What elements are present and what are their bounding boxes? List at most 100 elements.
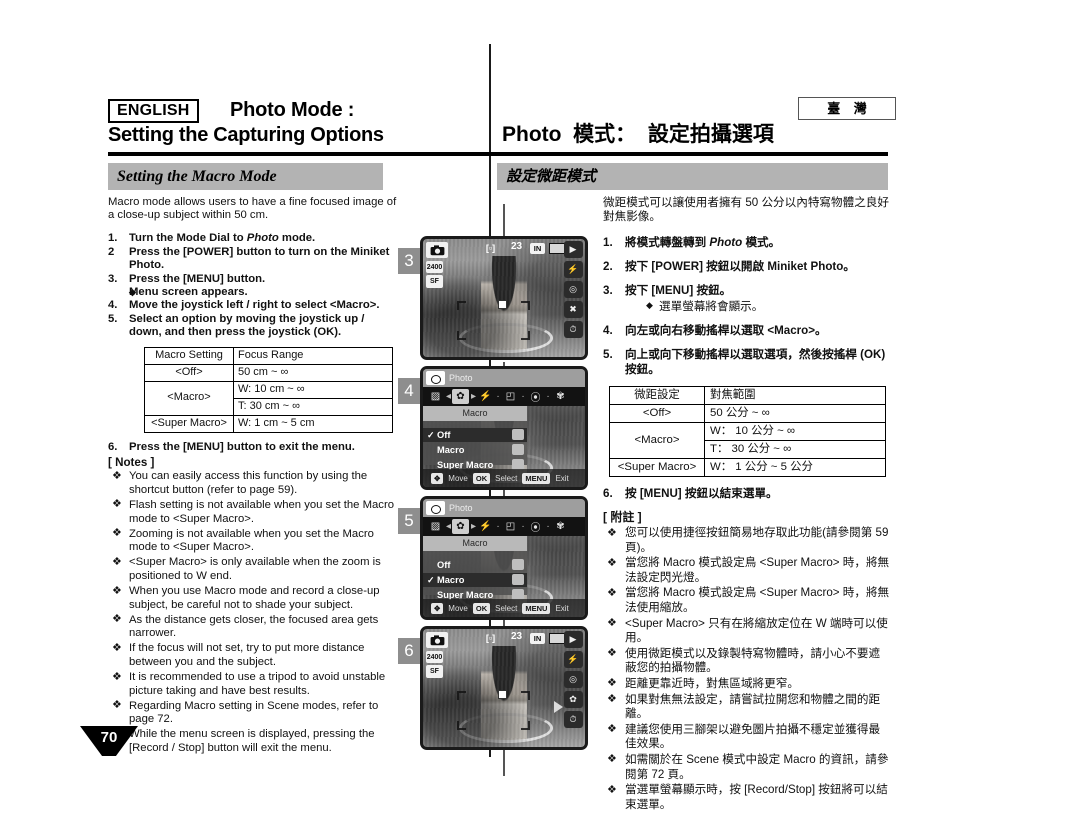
note-text: 使用微距模式以及錄製特寫物體時，請小心不要遮蔽您的拍攝物體。 xyxy=(625,646,881,675)
macro-category-icon[interactable]: ✿ xyxy=(452,519,469,534)
step-item-4: 4. Move the joystick left / right to sele… xyxy=(108,299,400,312)
note-item: ❖ As the distance gets closer, the focuse… xyxy=(108,613,400,641)
step-item-5: 5. Select an option by moving the joystic… xyxy=(108,313,400,340)
note-text: Regarding Macro setting in Scene modes, … xyxy=(129,699,379,726)
menu-option-label: Off xyxy=(437,560,451,570)
joystick-icon: ✥ xyxy=(431,602,444,614)
playback-icon[interactable]: ▶ xyxy=(563,631,583,648)
note-text: 當選單螢幕顯示時，按 [Record/Stop] 按鈕將可以結束選單。 xyxy=(625,783,888,811)
camera-icon xyxy=(426,501,445,515)
note-item-zh: ❖ 如需關於在 Scene 模式中設定 Macro 的資訊，請參閱第 72 頁。 xyxy=(603,753,891,782)
exposure-category-icon[interactable]: ◰ xyxy=(502,519,519,534)
exposure-icon[interactable]: ◎ xyxy=(563,281,583,298)
table-row: <Super Macro> W: 1 cm ~ 5 cm xyxy=(144,414,393,433)
focus-category-icon[interactable]: ⦿ xyxy=(527,519,544,534)
menu-option-off[interactable]: ✓ Off xyxy=(423,428,527,442)
note-item: ❖ Regarding Macro setting in Scene modes,… xyxy=(108,699,400,727)
af-focus-box xyxy=(497,300,507,310)
menu-option-macro[interactable]: ✓ Macro xyxy=(423,573,527,587)
timer-icon[interactable]: ⏱ xyxy=(563,711,583,728)
menu-category-bar: ▨ ◂ ✿ ▸ ⚡ · ◰ · ⦿ · ✾ xyxy=(423,517,585,536)
af-corner-bl xyxy=(457,721,466,730)
chinese-column: 微距模式可以讓使用者擁有 50 公分以內特寫物體之良好對焦影像。 1. 將模式轉盤… xyxy=(603,196,891,813)
table-header-range: 對焦範圍 xyxy=(704,386,886,405)
macro-focus-table-en: Macro Setting Focus Range <Off> 50 cm ~ … xyxy=(144,346,393,433)
macro-icon xyxy=(512,444,524,455)
cell-range-off: 50 公分 ~ ∞ xyxy=(704,404,886,423)
separator-dot: · xyxy=(546,521,550,532)
af-corner-tr xyxy=(521,691,530,700)
separator-dot: · xyxy=(546,391,550,402)
note-text: It is recommended to use a tripod to avo… xyxy=(129,671,386,697)
steps-list-zh: 1. 將模式轉盤轉到 Photo 模式。 2. 按下 [POWER] 按鈕以開啟 M… xyxy=(603,235,891,377)
table-row: <Off> 50 cm ~ ∞ xyxy=(144,363,393,382)
table-header-setting: 微距設定 xyxy=(609,386,705,405)
scene-icon[interactable]: ▨ xyxy=(427,519,444,534)
step-number: 1. xyxy=(108,232,118,245)
notes-list-en: ❖ You can easily access this function by … xyxy=(108,470,400,755)
scene-icon[interactable]: ▨ xyxy=(427,389,444,404)
shot-counter: 23 xyxy=(511,241,523,252)
step-item-4-zh: 4. 向左或向右移動搖桿以選取 <Macro>。 xyxy=(603,323,891,338)
step-text-tail: 模式。 xyxy=(742,236,781,249)
callout-arrow-icon xyxy=(554,700,563,713)
step-3-substep-zh: ◆ 選單螢幕將會顯示。 xyxy=(625,299,891,314)
whitebalance-category-icon[interactable]: ✾ xyxy=(552,519,569,534)
flash-category-icon[interactable]: ⚡ xyxy=(477,519,494,534)
shot-counter: 23 xyxy=(511,631,523,642)
hint-select-label: Select xyxy=(495,473,518,483)
memory-indicator: IN xyxy=(530,633,545,644)
step-text: 按下 [POWER] 按鈕以開啟 Miniket Photo。 xyxy=(625,260,855,273)
table-row: <Off> 50 公分 ~ ∞ xyxy=(609,404,886,423)
focus-category-icon[interactable]: ⦿ xyxy=(527,389,544,404)
leader-line-top xyxy=(503,204,505,236)
notes-list-zh: ❖ 您可以使用捷徑按鈕簡易地存取此功能(請參閱第 59 頁)。 ❖ 當您將 Macr… xyxy=(603,526,891,812)
clover-bullet-icon: ❖ xyxy=(607,677,617,690)
timer-icon[interactable]: ⏱ xyxy=(563,321,583,338)
resolution-icon: 2400 xyxy=(426,651,443,663)
lcd-preview-step-5: Photo ▨ ◂ ✿ ▸ ⚡ · ◰ · ⦿ · ✾ Macro Off ✓ … xyxy=(420,496,588,620)
menu-option-off[interactable]: Off xyxy=(423,558,527,572)
step-number: 5. xyxy=(603,348,613,361)
notes-title-en: [ Notes ] xyxy=(108,456,155,470)
macro-category-icon[interactable]: ✿ xyxy=(452,389,469,404)
menu-option-label: Macro xyxy=(437,445,465,455)
table-header-setting: Macro Setting xyxy=(144,346,234,365)
hint-move-label: Move xyxy=(448,473,468,483)
flash-icon[interactable]: ⚡ xyxy=(563,261,583,278)
flash-icon[interactable]: ⚡ xyxy=(563,651,583,668)
section-title-en: Setting the Macro Mode xyxy=(108,163,383,190)
macro-off-icon[interactable]: ✖ xyxy=(563,301,583,318)
exposure-category-icon[interactable]: ◰ xyxy=(502,389,519,404)
check-icon: ✓ xyxy=(427,430,435,440)
step-item-1-zh: 1. 將模式轉盤轉到 Photo 模式。 xyxy=(603,235,891,250)
exposure-icon[interactable]: ◎ xyxy=(563,671,583,688)
hint-select-label: Select xyxy=(495,603,518,613)
clover-bullet-icon: ❖ xyxy=(112,584,122,597)
flash-category-icon[interactable]: ⚡ xyxy=(477,389,494,404)
af-corner-bl xyxy=(457,331,466,340)
note-text: If the focus will not set, try to put mo… xyxy=(129,642,365,668)
macro-on-icon[interactable]: ✿ xyxy=(563,691,583,708)
step-text: Turn the Mode Dial to xyxy=(129,232,247,245)
figure-step-5: 5 Photo ▨ ◂ ✿ ▸ ⚡ · ◰ · ⦿ · ✾ Macro Off … xyxy=(398,496,598,622)
left-arrow-icon: ◂ xyxy=(446,391,452,402)
playback-icon[interactable]: ▶ xyxy=(563,241,583,258)
step-number: 6. xyxy=(108,440,118,453)
clover-bullet-icon: ❖ xyxy=(112,613,122,626)
menu-option-macro[interactable]: Macro xyxy=(423,443,527,457)
whitebalance-category-icon[interactable]: ✾ xyxy=(552,389,569,404)
note-text: 建議您使用三腳架以避免圖片拍攝不穩定並獲得最佳效果。 xyxy=(625,722,881,751)
step-text: Select an option by moving the joystick … xyxy=(129,312,365,339)
steps-list-en: 1. Turn the Mode Dial to Photo mode. 2 Pre… xyxy=(108,232,400,339)
note-text: 您可以使用捷徑按鈕簡易地存取此功能(請參閱第 59 頁)。 xyxy=(625,526,889,554)
step-item-5-zh: 5. 向上或向下移動搖桿以選取選項，然後按搖桿 (OK) 按鈕。 xyxy=(603,347,891,377)
substep-text: 選單螢幕將會顯示。 xyxy=(659,300,764,313)
note-text: While the menu screen is displayed, pres… xyxy=(129,728,375,755)
note-text: As the distance gets closer, the focused… xyxy=(129,613,379,640)
intro-paragraph-en: Macro mode allows users to have a fine f… xyxy=(108,196,397,222)
note-item-zh: ❖ 您可以使用捷徑按鈕簡易地存取此功能(請參閱第 59 頁)。 xyxy=(603,526,891,555)
separator-dot: · xyxy=(521,391,525,402)
menu-hint-bar: ✥ Move OK Select MENU Exit xyxy=(423,599,585,617)
note-item-zh: ❖ 使用微距模式以及錄製特寫物體時，請小心不要遮蔽您的拍攝物體。 xyxy=(603,647,891,676)
